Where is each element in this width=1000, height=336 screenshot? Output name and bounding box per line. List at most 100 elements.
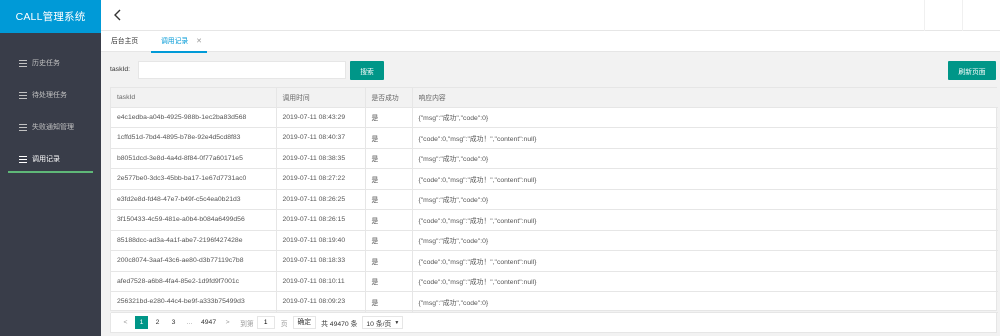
column-header-taskid[interactable]: taskId	[111, 88, 277, 108]
sidebar-nav: 历史任务 待处理任务 失败通知管理 调用记录	[0, 47, 101, 175]
cell-success: 是	[365, 189, 413, 210]
cell-response: {"msg":"成功","code":0}	[412, 107, 998, 128]
cell-success: 是	[365, 168, 413, 190]
tab-active-underline	[151, 51, 207, 53]
cell-response: {"code":0,"msg":"成功！","content":null}	[412, 168, 998, 190]
cell-call-time: 2019-07-11 08:43:29	[276, 107, 366, 128]
cell-success: 是	[365, 127, 413, 149]
cell-call-time: 2019-07-11 08:38:35	[276, 148, 366, 169]
cell-taskid: afed7528-a6b8-4fa4-85e2-1d9fd9f7001c	[111, 271, 277, 292]
sidebar-item-pending-tasks[interactable]: 待处理任务	[0, 79, 101, 111]
sidebar-item-label: 历史任务	[32, 60, 60, 67]
column-header-call-time[interactable]: 调用时间	[276, 88, 366, 108]
search-button[interactable]: 搜索	[350, 61, 384, 80]
table-row[interactable]: 200c8074-3aaf-43c6-ae80-d3b77119c7b8 201…	[111, 250, 998, 272]
cell-taskid: b8051dcd-3e8d-4a4d-8f84-0f77a60171e5	[111, 148, 277, 169]
call-records-table: taskId 调用时间 是否成功 响应内容 e4c1edba-a04b-4925…	[110, 87, 998, 313]
cell-taskid: 85188dcc-ad3a-4a1f-abe7-2196f427428e	[111, 230, 277, 251]
list-icon	[19, 155, 27, 163]
tab-call-records[interactable]: 调用记录 ✕	[151, 31, 207, 53]
cell-success: 是	[365, 209, 413, 231]
top-header	[101, 0, 1000, 31]
cell-success: 是	[365, 148, 413, 169]
cell-taskid: 256321bd-e280-44c4-be9f-a333b75499d3	[111, 291, 277, 313]
table-row[interactable]: e3fd2e8d-fd48-47e7-b49f-c5c4ea0b21d3 201…	[111, 189, 998, 210]
cell-response: {"code":0,"msg":"成功！","content":null}	[412, 250, 998, 272]
cell-call-time: 2019-07-11 08:27:22	[276, 168, 366, 190]
cell-response: {"code":0,"msg":"成功！","content":null}	[412, 209, 998, 231]
table-row[interactable]: b8051dcd-3e8d-4a4d-8f84-0f77a60171e5 201…	[111, 148, 998, 169]
goto-label: 到第	[240, 320, 254, 328]
close-icon[interactable]: ✕	[196, 38, 202, 45]
tab-home[interactable]: 后台主页	[111, 31, 138, 52]
page-size-value: 10 条/页	[366, 320, 392, 328]
cell-response: {"code":0,"msg":"成功！","content":null}	[412, 271, 998, 292]
table-row[interactable]: 1cffd51d-7bd4-4895-b78e-92e4d5cd8f83 201…	[111, 127, 998, 149]
taskid-search-input[interactable]	[138, 61, 346, 79]
cell-success: 是	[365, 271, 413, 292]
table-row[interactable]: 3f150433-4c59-481e-a0b4-b084a6499d56 201…	[111, 209, 998, 231]
cell-call-time: 2019-07-11 08:10:11	[276, 271, 366, 292]
cell-taskid: e3fd2e8d-fd48-47e7-b49f-c5c4ea0b21d3	[111, 189, 277, 210]
sidebar-item-failure-notifications[interactable]: 失败通知管理	[0, 111, 101, 143]
sidebar-item-label: 调用记录	[32, 156, 60, 163]
page-button[interactable]: 3	[167, 316, 180, 329]
cell-success: 是	[365, 230, 413, 251]
page-ellipsis: …	[186, 319, 193, 326]
cell-response: {"msg":"成功","code":0}	[412, 148, 998, 169]
cell-taskid: 3f150433-4c59-481e-a0b4-b084a6499d56	[111, 209, 277, 231]
sidebar-item-call-records[interactable]: 调用记录	[0, 143, 101, 175]
table-row[interactable]: 2e577be0-3dc3-45bb-ba17-1e67d7731ac0 201…	[111, 168, 998, 190]
prev-page-button[interactable]: <	[119, 316, 132, 329]
page-button-current[interactable]: 1	[135, 316, 148, 329]
header-right-area	[924, 0, 1000, 31]
column-header-response[interactable]: 响应内容	[412, 88, 998, 108]
page-tabs: 后台主页 调用记录 ✕	[101, 31, 1000, 53]
cell-success: 是	[365, 250, 413, 272]
cell-response: {"msg":"成功","code":0}	[412, 189, 998, 210]
goto-confirm-button[interactable]: 确定	[292, 316, 317, 329]
cell-success: 是	[365, 291, 413, 313]
next-page-button[interactable]: >	[221, 316, 234, 329]
header-slot[interactable]	[924, 0, 962, 31]
last-page-button[interactable]: 4947	[199, 316, 218, 329]
refresh-page-button[interactable]: 刷新页面	[948, 61, 996, 80]
table-row[interactable]: e4c1edba-a04b-4925-988b-1ec2ba83d568 201…	[111, 107, 998, 128]
table-row[interactable]: afed7528-a6b8-4fa4-85e2-1d9fd9f7001c 201…	[111, 271, 998, 292]
list-icon	[19, 91, 27, 99]
cell-response: {"msg":"成功","code":0}	[412, 230, 998, 251]
active-indicator	[8, 171, 93, 173]
sidebar-item-history-tasks[interactable]: 历史任务	[0, 47, 101, 79]
back-chevron-icon[interactable]	[111, 8, 125, 22]
taskid-label: taskId:	[110, 66, 131, 73]
cell-call-time: 2019-07-11 08:19:40	[276, 230, 366, 251]
table-row[interactable]: 256321bd-e280-44c4-be9f-a333b75499d3 201…	[111, 291, 998, 313]
cell-success: 是	[365, 107, 413, 128]
tab-label: 调用记录	[161, 38, 189, 45]
cell-call-time: 2019-07-11 08:26:15	[276, 209, 366, 231]
chevron-down-icon: ▼	[394, 319, 400, 326]
table-row[interactable]: 85188dcc-ad3a-4a1f-abe7-2196f427428e 201…	[111, 230, 998, 251]
goto-page-input[interactable]	[256, 316, 275, 329]
column-header-success[interactable]: 是否成功	[365, 88, 413, 108]
cell-taskid: 2e577be0-3dc3-45bb-ba17-1e67d7731ac0	[111, 168, 277, 190]
page-button[interactable]: 2	[151, 316, 164, 329]
list-icon	[19, 59, 27, 67]
app-title: CALL管理系统	[0, 0, 101, 33]
cell-taskid: 200c8074-3aaf-43c6-ae80-d3b77119c7b8	[111, 250, 277, 272]
cell-call-time: 2019-07-11 08:26:25	[276, 189, 366, 210]
cell-call-time: 2019-07-11 08:09:23	[276, 291, 366, 313]
header-slot[interactable]	[962, 0, 1000, 31]
cell-response: {"msg":"成功","code":0}	[412, 291, 998, 313]
table-header-row: taskId 调用时间 是否成功 响应内容	[111, 88, 998, 108]
cell-response: {"code":0,"msg":"成功！","content":null}	[412, 127, 998, 149]
page-size-select[interactable]: 10 条/页 ▼	[362, 316, 404, 329]
list-icon	[19, 123, 27, 131]
cell-taskid: 1cffd51d-7bd4-4895-b78e-92e4d5cd8f83	[111, 127, 277, 149]
sidebar-item-label: 失败通知管理	[32, 124, 74, 131]
pagination: < 1 2 3 … 4947 > 到第 页 确定 共 49470 条 10 条/…	[110, 313, 997, 333]
sidebar: CALL管理系统 历史任务 待处理任务 失败通知管理 调用记录	[0, 0, 101, 336]
page-unit-label: 页	[280, 320, 288, 328]
total-count: 共 49470 条	[321, 320, 358, 328]
cell-call-time: 2019-07-11 08:18:33	[276, 250, 366, 272]
